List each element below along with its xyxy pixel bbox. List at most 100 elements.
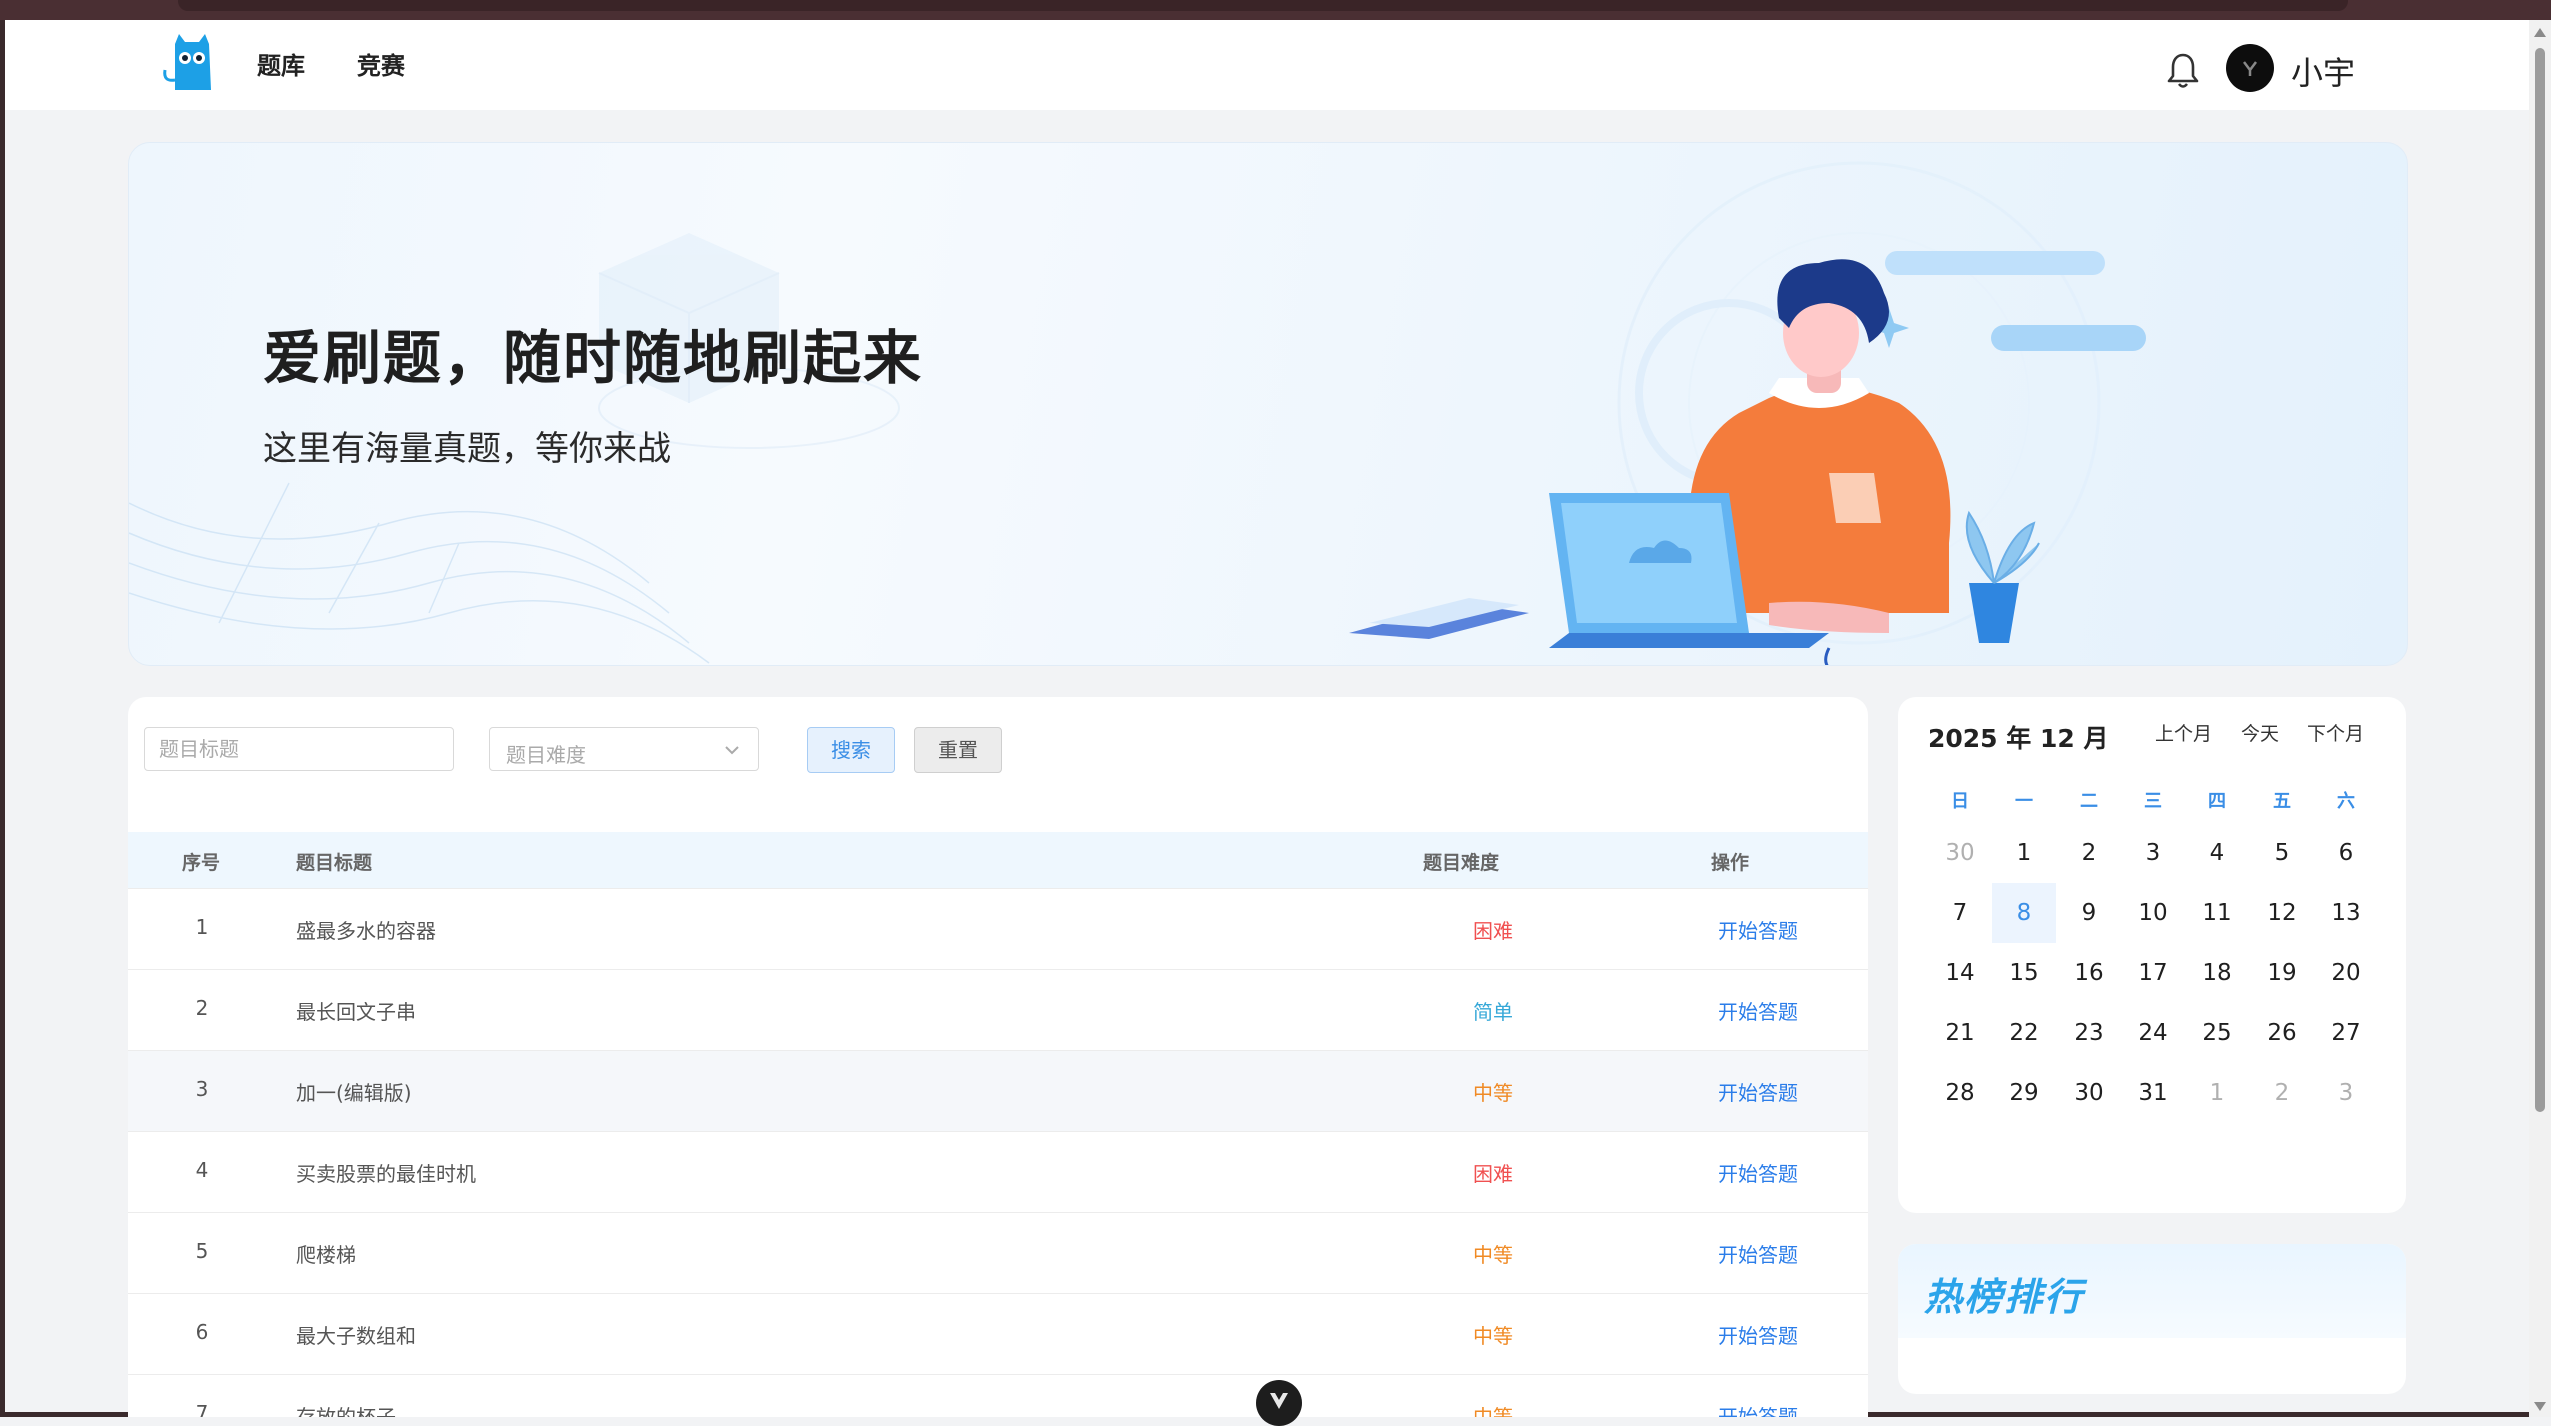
table-row: 4 买卖股票的最佳时机 困难 开始答题 [128, 1131, 1868, 1212]
calendar-day[interactable]: 3 [2314, 1063, 2378, 1123]
weekday-sat: 六 [2337, 791, 2355, 812]
calendar-day[interactable]: 26 [2250, 1003, 2314, 1063]
calendar-day[interactable]: 7 [1928, 883, 1992, 943]
calendar-day[interactable]: 23 [2057, 1003, 2121, 1063]
weekday-fri: 五 [2273, 791, 2291, 812]
calendar-day[interactable]: 9 [2057, 883, 2121, 943]
page-scrollbar[interactable] [2529, 20, 2551, 1417]
header-action: 操作 [1711, 852, 1750, 874]
row-index: 4 [195, 1158, 209, 1182]
start-answer-link[interactable]: 开始答题 [1688, 996, 1828, 1025]
table-row: 5 爬楼梯 中等 开始答题 [128, 1212, 1868, 1293]
scroll-down-arrow-icon[interactable] [2534, 1402, 2546, 1411]
calendar-day[interactable]: 25 [2185, 1003, 2249, 1063]
calendar-day[interactable]: 18 [2185, 943, 2249, 1003]
calendar-day[interactable]: 19 [2250, 943, 2314, 1003]
start-answer-link[interactable]: 开始答题 [1688, 1158, 1828, 1187]
banner-title: 爱刷题，随时随地刷起来 [263, 324, 924, 392]
vue-devtools-button[interactable] [1256, 1380, 1302, 1426]
prev-month-button[interactable]: 上个月 [2155, 719, 2212, 746]
row-index: 6 [195, 1320, 209, 1344]
row-title: 最长回文子串 [296, 1000, 416, 1024]
window-left-edge [0, 20, 5, 1417]
vue-logo-icon [1270, 1393, 1288, 1409]
calendar-day[interactable]: 2 [2250, 1063, 2314, 1123]
calendar-day[interactable]: 20 [2314, 943, 2378, 1003]
hot-ranking-title: 热榜排行 [1924, 1275, 2085, 1319]
row-title: 爬楼梯 [296, 1243, 356, 1267]
next-month-button[interactable]: 下个月 [2307, 719, 2364, 746]
calendar-day[interactable]: 24 [2121, 1003, 2185, 1063]
weekday-wed: 三 [2144, 791, 2162, 812]
user-name[interactable]: 小宇 [2291, 48, 2355, 94]
row-index: 7 [195, 1401, 209, 1417]
start-answer-link[interactable]: 开始答题 [1688, 1077, 1828, 1106]
calendar-day[interactable]: 22 [1992, 1003, 2056, 1063]
calendar-day[interactable]: 16 [2057, 943, 2121, 1003]
calendar-day[interactable]: 21 [1928, 1003, 1992, 1063]
row-difficulty: 简单 [1473, 1000, 1513, 1024]
bell-icon[interactable] [2165, 50, 2201, 90]
calendar-day[interactable]: 4 [2185, 823, 2249, 883]
calendar-day[interactable]: 14 [1928, 943, 1992, 1003]
calendar-day[interactable]: 29 [1992, 1063, 2056, 1123]
calendar-day[interactable]: 30 [1928, 823, 1992, 883]
calendar-day[interactable]: 30 [2057, 1063, 2121, 1123]
calendar-widget: 2025 年 12 月 上个月 今天 下个月 日 一 二 三 四 五 六 30 … [1898, 697, 2406, 1213]
question-title-input[interactable] [144, 727, 454, 771]
nav-contest[interactable]: 竞赛 [357, 46, 405, 81]
weekday-sun: 日 [1951, 791, 1969, 812]
hero-banner: 爱刷题，随时随地刷起来 这里有海量真题，等你来战 [128, 142, 2408, 666]
calendar-day[interactable]: 28 [1928, 1063, 1992, 1123]
calendar-day[interactable]: 12 [2250, 883, 2314, 943]
calendar-day[interactable]: 27 [2314, 1003, 2378, 1063]
calendar-day[interactable]: 1 [2185, 1063, 2249, 1123]
weekday-thu: 四 [2208, 791, 2226, 812]
calendar-day[interactable]: 13 [2314, 883, 2378, 943]
start-answer-link[interactable]: 开始答题 [1688, 1401, 1828, 1417]
row-difficulty: 中等 [1473, 1405, 1513, 1417]
calendar-day[interactable]: 10 [2121, 883, 2185, 943]
row-difficulty: 中等 [1473, 1081, 1513, 1105]
cat-logo-icon[interactable] [157, 30, 225, 98]
row-index: 1 [195, 915, 209, 939]
row-index: 3 [195, 1077, 209, 1101]
start-answer-link[interactable]: 开始答题 [1688, 1320, 1828, 1349]
calendar-day[interactable]: 3 [2121, 823, 2185, 883]
calendar-day-selected[interactable]: 8 [1992, 883, 2056, 943]
hot-ranking-card: 热榜排行 [1898, 1244, 2406, 1394]
table-row: 1 盛最多水的容器 困难 开始答题 [128, 888, 1868, 969]
calendar-day[interactable]: 31 [2121, 1063, 2185, 1123]
question-list-card: 题目难度 搜索 重置 序号 题目标题 题目难度 操作 1 盛最多水的容器 困难 … [128, 697, 1868, 1417]
scroll-up-arrow-icon[interactable] [2534, 28, 2546, 37]
nav-question-bank[interactable]: 题库 [257, 46, 305, 81]
row-index: 5 [195, 1239, 209, 1263]
reset-button[interactable]: 重置 [914, 727, 1002, 773]
search-button[interactable]: 搜索 [807, 727, 895, 773]
start-answer-link[interactable]: 开始答题 [1688, 915, 1828, 944]
chevron-down-icon [725, 746, 739, 755]
row-title: 存放的杯子 [296, 1405, 396, 1417]
difficulty-select[interactable]: 题目难度 [489, 727, 759, 771]
banner-illustration [129, 161, 2146, 665]
calendar-day[interactable]: 2 [2057, 823, 2121, 883]
scrollbar-thumb[interactable] [2535, 48, 2545, 1112]
avatar-glyph-icon [2243, 61, 2257, 76]
calendar-day[interactable]: 1 [1992, 823, 2056, 883]
table-row: 3 加一(编辑版) 中等 开始答题 [128, 1050, 1868, 1131]
calendar-title: 2025 年 12 月 [1928, 724, 2109, 753]
banner-subtitle: 这里有海量真题，等你来战 [263, 429, 671, 469]
today-button[interactable]: 今天 [2241, 719, 2279, 746]
calendar-day[interactable]: 15 [1992, 943, 2056, 1003]
calendar-day[interactable]: 17 [2121, 943, 2185, 1003]
header-title: 题目标题 [296, 852, 373, 874]
user-avatar[interactable] [2226, 44, 2274, 92]
table-row: 6 最大子数组和 中等 开始答题 [128, 1293, 1868, 1374]
start-answer-link[interactable]: 开始答题 [1688, 1239, 1828, 1268]
top-header: 题库 竞赛 小宇 [5, 20, 2529, 110]
calendar-day[interactable]: 5 [2250, 823, 2314, 883]
calendar-day[interactable]: 11 [2185, 883, 2249, 943]
row-index: 2 [195, 996, 209, 1020]
row-difficulty: 困难 [1473, 919, 1513, 943]
calendar-day[interactable]: 6 [2314, 823, 2378, 883]
